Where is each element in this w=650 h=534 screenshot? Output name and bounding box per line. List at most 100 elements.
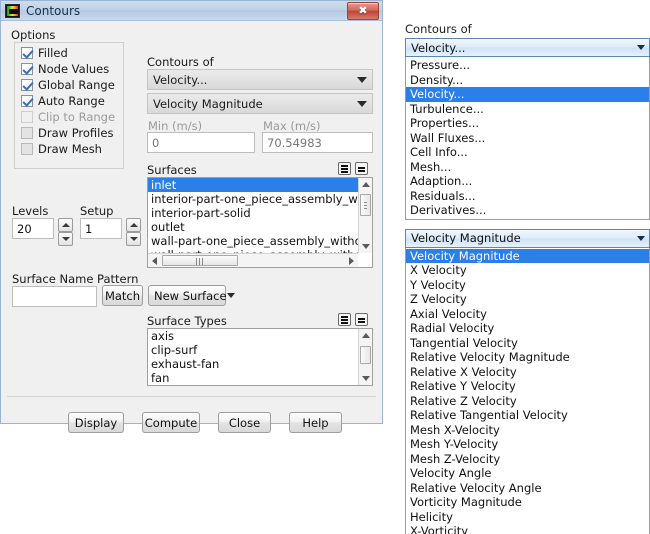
contours-of-category-combo[interactable]: Velocity... <box>147 69 373 90</box>
surfaces-deselect-all-icon[interactable] <box>355 162 368 175</box>
menu-item-density[interactable]: Density... <box>406 73 649 88</box>
scroll-down-button[interactable] <box>359 240 372 253</box>
list-item[interactable]: wall-part-one_piece_assembly_without_e <box>148 234 358 248</box>
menu-item-mesh-y-velocity[interactable]: Mesh Y-Velocity <box>406 437 649 452</box>
setup-stepper[interactable] <box>126 218 141 246</box>
menu-item-relative-y-velocity[interactable]: Relative Y Velocity <box>406 379 649 394</box>
scrollbar-thumb[interactable] <box>360 194 371 216</box>
menu-item-velocity-magnitude[interactable]: Velocity Magnitude <box>406 248 649 263</box>
surfaces-select-all-icon[interactable] <box>338 162 351 175</box>
menu-item-mesh-z-velocity[interactable]: Mesh Z-Velocity <box>406 452 649 467</box>
min-input[interactable]: 0 <box>147 132 255 153</box>
setup-input[interactable]: 1 <box>80 218 122 239</box>
menu-item-x-velocity[interactable]: X Velocity <box>406 263 649 278</box>
max-input[interactable]: 70.54983 <box>262 132 373 153</box>
levels-input[interactable]: 20 <box>12 218 54 239</box>
surface-types-listbox[interactable]: axis clip-surf exhaust-fan fan <box>147 328 373 386</box>
menu-item-vorticity-magnitude[interactable]: Vorticity Magnitude <box>406 495 649 510</box>
close-button[interactable]: Close <box>218 412 271 433</box>
list-item[interactable]: exhaust-fan <box>148 357 358 371</box>
dialog-titlebar[interactable]: Contours ✖ <box>1 1 382 21</box>
menu-item-relative-velocity-angle[interactable]: Relative Velocity Angle <box>406 481 649 496</box>
menu-item-tangential-velocity[interactable]: Tangential Velocity <box>406 336 649 351</box>
new-surface-label: New Surface <box>154 288 227 303</box>
scrollbar-thumb[interactable] <box>360 346 371 364</box>
surfaces-list-items[interactable]: inlet interior-part-one_piece_assembly_w… <box>148 178 358 253</box>
menu-item-residuals[interactable]: Residuals... <box>406 189 649 204</box>
checkbox-auto-range[interactable] <box>21 95 33 107</box>
menu-item-helicity[interactable]: Helicity <box>406 510 649 525</box>
setup-label: Setup <box>80 204 114 218</box>
checkbox-row-filled[interactable]: Filled <box>21 45 124 61</box>
surface-types-vertical-scrollbar[interactable] <box>358 329 372 385</box>
setup-stepper-down[interactable] <box>126 232 141 246</box>
scroll-up-button[interactable] <box>359 329 372 342</box>
list-item[interactable]: inlet <box>148 178 358 192</box>
checkbox-row-node-values[interactable]: Node Values <box>21 61 124 77</box>
category-dropdown-list[interactable]: Pressure... Density... Velocity... Turbu… <box>405 57 650 220</box>
list-item[interactable]: interior-part-solid <box>148 206 358 220</box>
menu-item-relative-tangential-velocity[interactable]: Relative Tangential Velocity <box>406 408 649 423</box>
menu-item-mesh[interactable]: Mesh... <box>406 160 649 175</box>
menu-item-axial-velocity[interactable]: Axial Velocity <box>406 307 649 322</box>
menu-item-x-vorticity[interactable]: X-Vorticity <box>406 524 649 534</box>
menu-item-wall-fluxes[interactable]: Wall Fluxes... <box>406 131 649 146</box>
display-button[interactable]: Display <box>68 412 124 433</box>
levels-stepper-down[interactable] <box>58 232 73 246</box>
menu-item-relative-velocity-magnitude[interactable]: Relative Velocity Magnitude <box>406 350 649 365</box>
surface-name-pattern-input[interactable] <box>12 286 97 307</box>
menu-item-velocity-angle[interactable]: Velocity Angle <box>406 466 649 481</box>
list-item[interactable]: outlet <box>148 220 358 234</box>
checkbox-draw-profiles[interactable] <box>21 127 33 139</box>
menu-item-derivatives[interactable]: Derivatives... <box>406 203 649 218</box>
menu-item-z-velocity[interactable]: Z Velocity <box>406 292 649 307</box>
checkbox-global-range[interactable] <box>21 79 33 91</box>
scroll-right-button[interactable] <box>345 254 358 267</box>
contours-of-variable-combo[interactable]: Velocity Magnitude <box>147 93 373 114</box>
variable-dropdown-list[interactable]: Velocity Magnitude X Velocity Y Velocity… <box>405 247 650 534</box>
new-surface-dropdown-button[interactable]: New Surface <box>148 285 235 306</box>
setup-stepper-up[interactable] <box>126 218 141 232</box>
list-item[interactable]: axis <box>148 329 358 343</box>
category-combo-box[interactable]: Velocity... <box>405 38 650 57</box>
surfaces-listbox[interactable]: inlet interior-part-one_piece_assembly_w… <box>147 177 373 268</box>
scroll-down-button[interactable] <box>359 372 372 385</box>
levels-stepper-up[interactable] <box>58 218 73 232</box>
menu-item-turbulence[interactable]: Turbulence... <box>406 102 649 117</box>
checkbox-draw-mesh[interactable] <box>21 143 33 155</box>
close-window-button[interactable]: ✖ <box>347 1 379 20</box>
surface-types-deselect-all-icon[interactable] <box>355 313 368 326</box>
surfaces-vertical-scrollbar[interactable] <box>358 178 372 253</box>
list-item[interactable]: interior-part-one_piece_assembly_withou <box>148 192 358 206</box>
checkbox-filled[interactable] <box>21 47 33 59</box>
surfaces-horizontal-scrollbar[interactable] <box>148 253 358 267</box>
checkbox-row-global-range[interactable]: Global Range <box>21 77 124 93</box>
checkbox-row-auto-range[interactable]: Auto Range <box>21 93 124 109</box>
list-item[interactable]: fan <box>148 371 358 385</box>
help-button[interactable]: Help <box>289 412 342 433</box>
menu-item-properties[interactable]: Properties... <box>406 116 649 131</box>
list-item[interactable]: clip-surf <box>148 343 358 357</box>
scrollbar-thumb[interactable] <box>162 255 238 266</box>
menu-item-y-velocity[interactable]: Y Velocity <box>406 278 649 293</box>
menu-item-velocity[interactable]: Velocity... <box>406 87 649 102</box>
menu-item-pressure[interactable]: Pressure... <box>406 58 649 73</box>
surface-types-select-all-icon[interactable] <box>338 313 351 326</box>
menu-item-mesh-x-velocity[interactable]: Mesh X-Velocity <box>406 423 649 438</box>
checkbox-node-values[interactable] <box>21 63 33 75</box>
scroll-up-icon <box>361 333 370 338</box>
checkbox-row-draw-profiles[interactable]: Draw Profiles <box>21 125 124 141</box>
variable-combo-box[interactable]: Velocity Magnitude <box>405 228 650 248</box>
match-button[interactable]: Match <box>102 285 143 306</box>
scroll-up-button[interactable] <box>359 178 372 191</box>
surface-types-list-items[interactable]: axis clip-surf exhaust-fan fan <box>148 329 358 385</box>
menu-item-cell-info[interactable]: Cell Info... <box>406 145 649 160</box>
menu-item-adaption[interactable]: Adaption... <box>406 174 649 189</box>
checkbox-row-draw-mesh[interactable]: Draw Mesh <box>21 141 124 157</box>
menu-item-relative-x-velocity[interactable]: Relative X Velocity <box>406 365 649 380</box>
menu-item-relative-z-velocity[interactable]: Relative Z Velocity <box>406 394 649 409</box>
levels-stepper[interactable] <box>58 218 73 246</box>
menu-item-radial-velocity[interactable]: Radial Velocity <box>406 321 649 336</box>
compute-button[interactable]: Compute <box>142 412 200 433</box>
scroll-left-button[interactable] <box>148 254 161 267</box>
